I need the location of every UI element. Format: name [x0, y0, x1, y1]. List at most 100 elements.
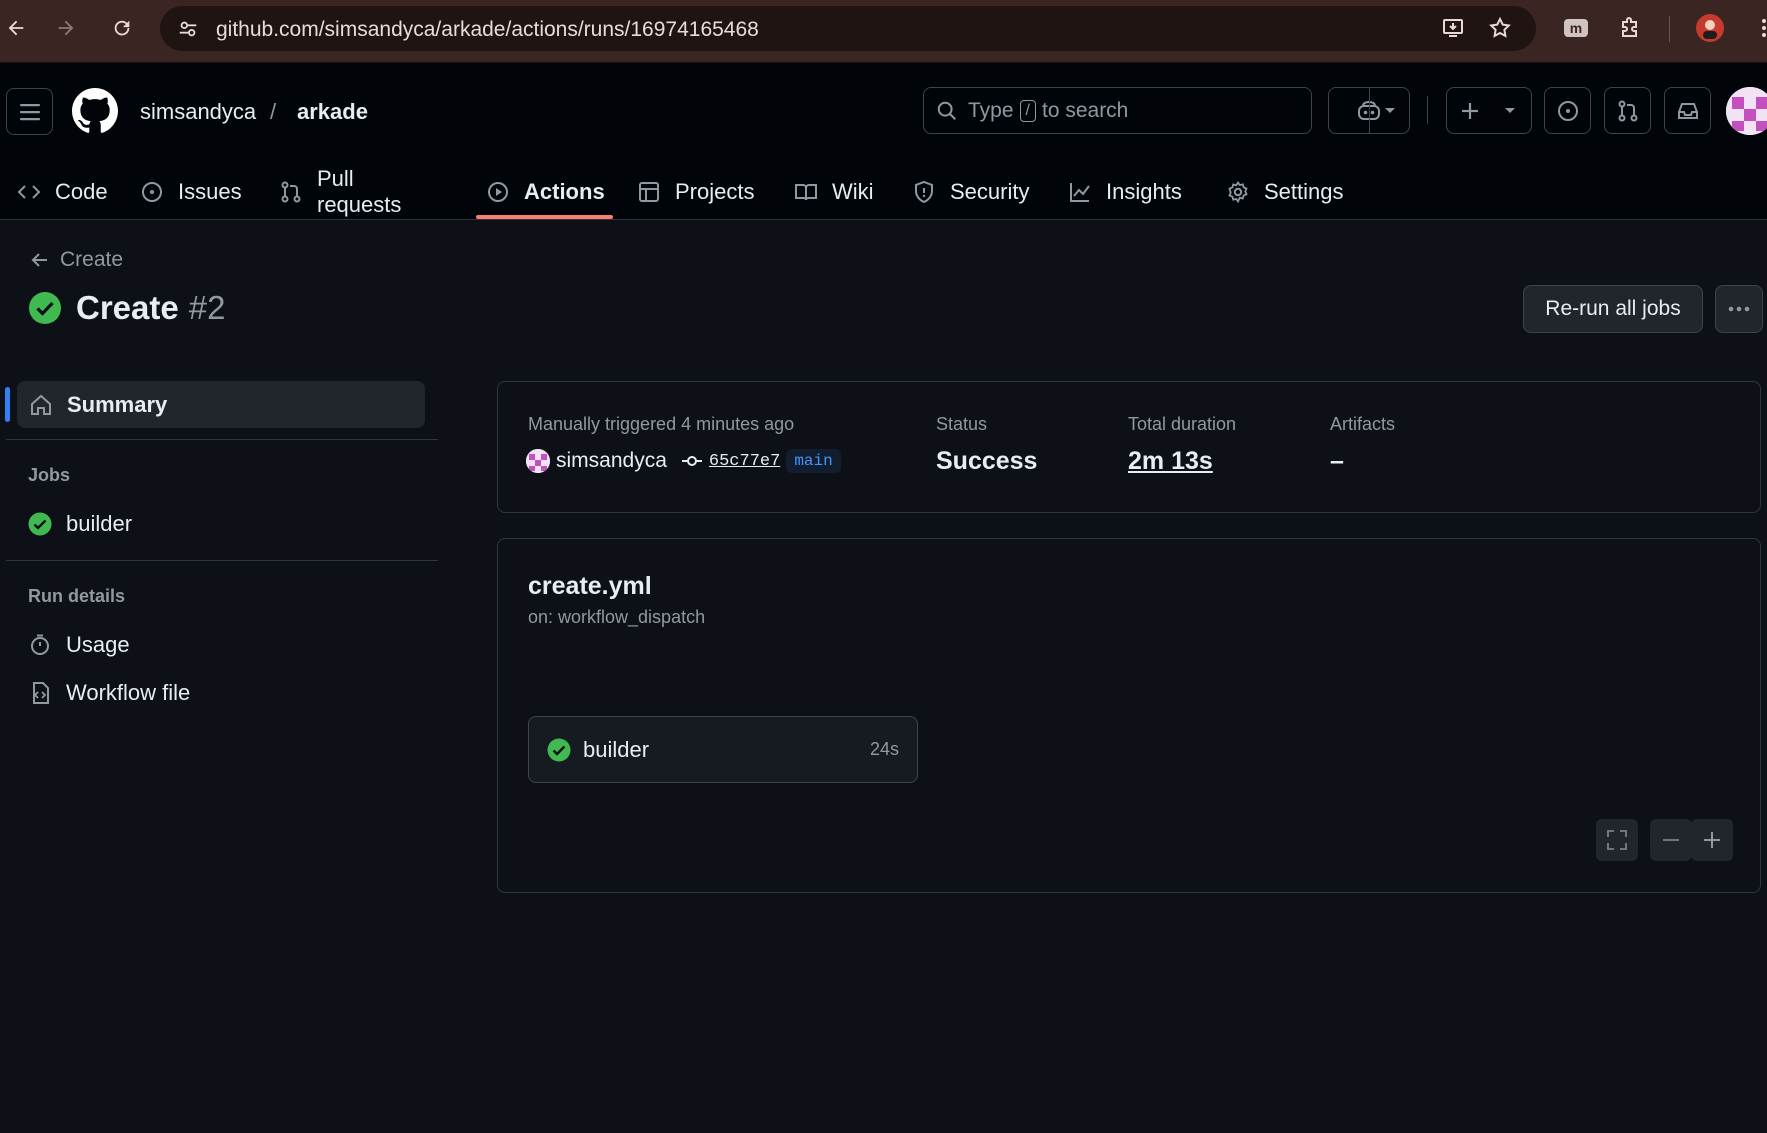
install-app-icon[interactable] — [1437, 12, 1469, 44]
tab-label: Wiki — [832, 179, 874, 204]
chevron-down-icon — [1503, 106, 1517, 116]
plus-icon — [1459, 100, 1481, 122]
pull-request-icon — [279, 180, 317, 204]
plus-icon — [1702, 830, 1722, 850]
reload-icon[interactable] — [108, 14, 136, 42]
tab-issues[interactable]: Issues — [140, 164, 242, 220]
success-check-icon — [28, 291, 62, 325]
run-summary-card: Manually triggered 4 minutes ago Status … — [497, 381, 1761, 513]
sidebar-item-label: builder — [66, 511, 133, 536]
svg-text:m: m — [1570, 20, 1582, 36]
url-text[interactable]: github.com/simsandyca/arkade/actions/run… — [216, 18, 759, 42]
trigger-text: Manually triggered 4 minutes ago — [528, 414, 795, 434]
artifacts-value: – — [1330, 447, 1344, 475]
gear-icon — [1226, 180, 1264, 204]
commit-sha-link[interactable]: 65c77e7 — [709, 452, 780, 471]
sidebar-item-label: Workflow file — [66, 680, 191, 705]
trigger-details: simsandyca 65c77e7 main — [526, 449, 841, 473]
tab-label: Code — [55, 179, 108, 204]
inbox-icon[interactable] — [1664, 87, 1711, 134]
search-input[interactable]: Type / to search — [923, 87, 1312, 134]
browser-menu-icon[interactable] — [1748, 12, 1767, 44]
job-name: builder — [583, 736, 650, 762]
pull-requests-icon[interactable] — [1604, 87, 1651, 134]
sidebar-job-builder[interactable]: builder — [28, 511, 132, 537]
user-avatar[interactable] — [1726, 87, 1767, 135]
success-check-icon — [547, 738, 571, 762]
sidebar-item-label: Usage — [66, 632, 130, 657]
browser-toolbar: github.com/simsandyca/arkade/actions/run… — [0, 0, 1767, 63]
play-icon — [486, 180, 524, 204]
header-divider — [1427, 96, 1428, 124]
fullscreen-button[interactable] — [1596, 819, 1638, 861]
create-new-button[interactable] — [1446, 87, 1532, 134]
issues-icon[interactable] — [1544, 87, 1591, 134]
graph-icon — [1068, 180, 1106, 204]
repo-owner-link[interactable]: simsandyca — [140, 99, 256, 125]
run-number: #2 — [188, 289, 226, 326]
workflow-file-name: create.yml — [528, 572, 652, 600]
toolbar-divider — [1669, 16, 1670, 42]
extensions-puzzle-icon[interactable] — [1614, 12, 1646, 44]
tab-label: Issues — [178, 179, 242, 204]
tab-label: Security — [950, 179, 1030, 204]
tab-pull-requests[interactable]: Pull requests — [279, 164, 401, 220]
tab-code[interactable]: Code — [17, 164, 108, 220]
tab-label: Pull requests — [317, 166, 402, 217]
more-options-button[interactable] — [1715, 285, 1763, 333]
forward-arrow-icon[interactable] — [52, 14, 80, 42]
address-bar[interactable]: github.com/simsandyca/arkade/actions/run… — [160, 6, 1536, 51]
back-arrow-icon[interactable] — [2, 14, 30, 42]
site-info-icon[interactable] — [176, 17, 200, 41]
search-shortcut-key: / — [1019, 99, 1036, 122]
sidebar-item-summary[interactable]: Summary — [5, 381, 425, 428]
search-icon — [936, 100, 958, 122]
repo-name-link[interactable]: arkade — [297, 99, 368, 125]
duration-value[interactable]: 2m 13s — [1128, 447, 1213, 476]
success-check-icon — [28, 512, 66, 536]
sidebar-item-label: Summary — [67, 391, 168, 417]
tab-security[interactable]: Security — [912, 164, 1029, 220]
table-icon — [637, 180, 675, 204]
zoom-in-button[interactable] — [1691, 819, 1733, 861]
arrow-left-icon — [30, 250, 60, 270]
kebab-horizontal-icon — [1727, 305, 1751, 313]
copilot-button[interactable] — [1328, 87, 1410, 134]
chevron-down-icon[interactable] — [1383, 106, 1397, 116]
issue-icon — [140, 180, 178, 204]
status-label: Status — [936, 414, 988, 434]
zoom-out-button[interactable] — [1650, 819, 1692, 861]
tab-projects[interactable]: Projects — [637, 164, 754, 220]
sidebar-divider — [6, 560, 438, 561]
tab-wiki[interactable]: Wiki — [794, 164, 874, 220]
rerun-all-jobs-button[interactable]: Re-run all jobs — [1523, 285, 1703, 333]
profile-avatar-icon[interactable] — [1694, 12, 1726, 44]
code-icon — [17, 180, 55, 204]
extension-m-icon[interactable]: m — [1560, 12, 1592, 44]
menu-hamburger-icon[interactable] — [6, 88, 53, 135]
sidebar-item-usage[interactable]: Usage — [28, 632, 130, 658]
bookmark-star-icon[interactable] — [1484, 12, 1516, 44]
stopwatch-icon — [28, 633, 66, 657]
artifacts-label: Artifacts — [1330, 414, 1396, 434]
job-duration: 24s — [869, 739, 899, 759]
jobs-heading: Jobs — [28, 465, 71, 485]
screen-full-icon — [1606, 829, 1628, 851]
tab-actions[interactable]: Actions — [486, 164, 605, 220]
duration-label: Total duration — [1128, 414, 1237, 434]
sidebar-item-workflow-file[interactable]: Workflow file — [28, 680, 190, 706]
run-details-heading: Run details — [28, 586, 126, 606]
tab-insights[interactable]: Insights — [1068, 164, 1182, 220]
back-to-workflow-link[interactable]: Create — [30, 248, 123, 272]
active-tab-indicator — [476, 215, 613, 219]
sidebar-divider — [6, 439, 438, 440]
git-commit-icon — [681, 454, 703, 468]
tab-label: Projects — [675, 179, 755, 204]
github-logo-icon[interactable] — [72, 88, 118, 139]
branch-label[interactable]: main — [786, 449, 841, 473]
actor-avatar[interactable] — [526, 449, 550, 473]
job-node-builder[interactable]: builder 24s — [528, 716, 918, 783]
tab-settings[interactable]: Settings — [1226, 164, 1344, 220]
file-code-icon — [28, 681, 66, 705]
actor-link[interactable]: simsandyca — [556, 449, 667, 473]
